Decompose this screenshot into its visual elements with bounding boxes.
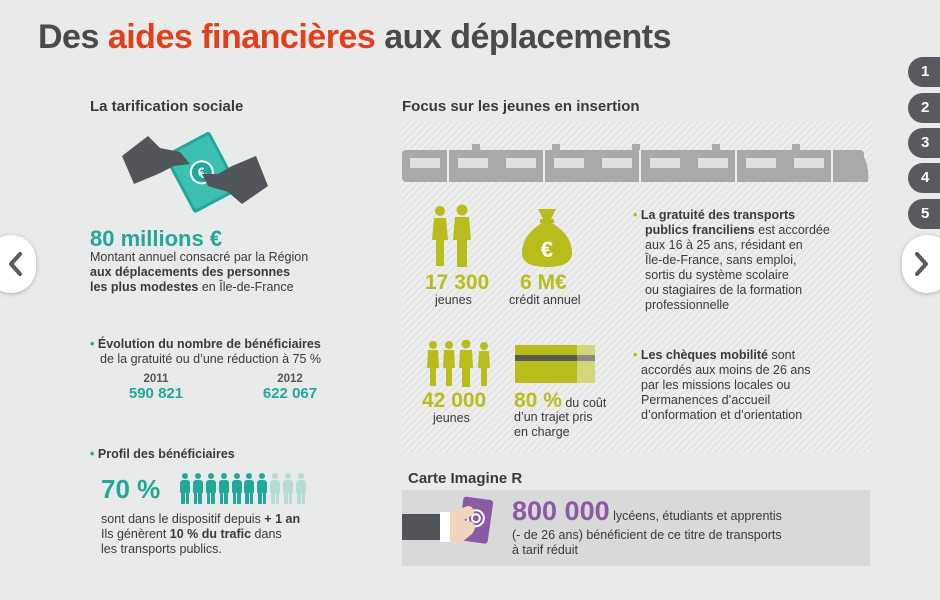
gratuite-rest1: est accordée bbox=[754, 223, 830, 237]
evolution-subtitle: de la gratuité ou d’une réduction à 75 % bbox=[100, 352, 321, 366]
gratuite-bold1: La gratuité des transports bbox=[640, 208, 796, 222]
train-icon bbox=[402, 144, 869, 182]
cheques-text: • Les chèques mobilité sont accordés aux… bbox=[633, 348, 853, 423]
cheques-rest3: par les missions locales ou bbox=[641, 378, 791, 392]
imagine-line1: lycéens, étudiants et apprentis bbox=[609, 509, 782, 523]
profil-bullet: • bbox=[90, 447, 95, 461]
tab-page-5[interactable]: 5 bbox=[908, 199, 940, 229]
prev-button[interactable] bbox=[0, 235, 36, 293]
profil-line2-bold: 10 % du trafic bbox=[169, 527, 252, 541]
tarification-description: Montant annuel consacré par la Région au… bbox=[90, 250, 360, 295]
profil-line3: les transports publics. bbox=[101, 542, 222, 556]
gratuite-text: • La gratuité des transports publics fra… bbox=[633, 208, 853, 313]
cheques-rest2: accordés aux moins de 26 ans bbox=[641, 363, 811, 377]
chevron-left-icon bbox=[9, 252, 22, 276]
imagine-heading: Carte Imagine R bbox=[408, 470, 523, 487]
imagine-desc: (- de 26 ans) bénéficient de ce titre de… bbox=[512, 528, 782, 558]
imagine-line3: à tarif réduit bbox=[512, 543, 579, 557]
group-people-icon bbox=[427, 340, 490, 387]
money-bag-icon: € bbox=[522, 209, 572, 267]
tab-page-2[interactable]: 2 bbox=[908, 93, 940, 123]
imagine-stat: 800 000 lycéens, étudiants et apprentis bbox=[512, 496, 782, 527]
tarification-desc-line1: Montant annuel consacré par la Région bbox=[90, 250, 309, 264]
evolution-title: Évolution du nombre de bénéficiaires bbox=[97, 337, 321, 351]
year-2012-label: 2012 bbox=[277, 373, 303, 385]
stat-cout-suffix: du coût bbox=[561, 396, 607, 410]
svg-text:€: € bbox=[541, 237, 553, 262]
year-2012-value: 622 067 bbox=[262, 385, 318, 402]
year-2011-label: 2011 bbox=[143, 373, 169, 385]
tab-page-3[interactable]: 3 bbox=[908, 128, 940, 158]
profil-title: Profil des bénéficiaires bbox=[97, 447, 235, 461]
tarification-amount: 80 millions € bbox=[90, 226, 223, 251]
stat-credit-value: 6 M€ bbox=[520, 271, 567, 294]
gratuite-rest3: Île-de-France, sans emploi, bbox=[645, 253, 797, 267]
stat-cout-line3: en charge bbox=[514, 425, 570, 439]
person-icon bbox=[205, 473, 216, 504]
hand-card-icon bbox=[402, 496, 494, 544]
profil-percent: 70 % bbox=[101, 474, 161, 504]
profil-heading: • Profil des bénéficiaires bbox=[90, 447, 235, 462]
year-2011-value: 590 821 bbox=[128, 385, 184, 402]
person-icon bbox=[218, 473, 229, 504]
year-2012: 2012 622 067 bbox=[258, 373, 322, 402]
cheques-bold: Les chèques mobilité bbox=[640, 348, 768, 362]
title-part1: Des bbox=[38, 18, 108, 56]
profil-line1: sont dans le dispositif depuis bbox=[101, 512, 265, 526]
evolution-bullet: • bbox=[90, 337, 95, 351]
page-title: Des aides financières aux déplacements bbox=[38, 18, 671, 57]
tarification-heading: La tarification sociale bbox=[90, 98, 244, 115]
person-icon bbox=[231, 473, 242, 504]
person-icon bbox=[257, 473, 268, 504]
title-part2: aux déplacements bbox=[375, 18, 671, 56]
person-icon bbox=[244, 473, 255, 504]
chevron-right-icon bbox=[915, 252, 928, 276]
young-people-icon bbox=[432, 204, 471, 267]
profil-line2: Ils génèrent bbox=[101, 527, 170, 541]
hands-euro-icon: € bbox=[122, 132, 268, 213]
next-button[interactable] bbox=[902, 235, 940, 293]
stat-jeunes-42000-label: jeunes bbox=[433, 411, 470, 425]
focus-heading: Focus sur les jeunes en insertion bbox=[402, 98, 640, 115]
person-icon-faded bbox=[270, 473, 281, 504]
stat-cout-value: 80 % bbox=[514, 389, 562, 412]
profil-line2-end: dans bbox=[251, 527, 282, 541]
gratuite-bold2: publics franciliens bbox=[645, 223, 755, 237]
stat-jeunes-17300: 17 300 bbox=[425, 271, 490, 294]
tarification-desc-bold2: les plus modestes bbox=[90, 280, 199, 294]
tarification-desc-bold1: aux déplacements des personnes bbox=[90, 265, 291, 279]
evolution-block: • Évolution du nombre de bénéficiaires d… bbox=[90, 337, 370, 367]
stat-cout-line2: d’un trajet pris bbox=[514, 410, 593, 424]
person-icon bbox=[192, 473, 203, 504]
tab-page-1[interactable]: 1 bbox=[908, 57, 940, 87]
gratuite-rest2: aux 16 à 25 ans, résidant en bbox=[645, 238, 803, 252]
imagine-line2: (- de 26 ans) bénéficient de ce titre de… bbox=[512, 528, 782, 542]
cheques-rest5: d’onformation et d’orientation bbox=[641, 408, 803, 422]
stat-jeunes-42000: 42 000 bbox=[422, 389, 487, 412]
cheque-card-icon bbox=[515, 345, 595, 383]
stat-jeunes-label: jeunes bbox=[435, 293, 472, 307]
cheques-rest4: Permanences d’accueil bbox=[641, 393, 771, 407]
profil-description: sont dans le dispositif depuis + 1 an Il… bbox=[101, 512, 361, 557]
people-pictogram bbox=[180, 473, 309, 509]
gratuite-rest6: professionnelle bbox=[645, 298, 730, 312]
year-2011: 2011 590 821 bbox=[124, 373, 188, 402]
tab-page-4[interactable]: 4 bbox=[908, 163, 940, 193]
profil-line1-bold: + 1 an bbox=[264, 512, 301, 526]
gratuite-rest4: sortis du système scolaire bbox=[645, 268, 789, 282]
stat-cout-lines: d’un trajet pris en charge bbox=[514, 410, 593, 440]
imagine-value: 800 000 bbox=[512, 496, 610, 526]
person-icon-faded bbox=[283, 473, 294, 504]
person-icon bbox=[180, 473, 190, 504]
person-icon-faded bbox=[296, 473, 307, 504]
title-accent: aides financières bbox=[107, 18, 376, 56]
tarification-desc-end: en Île-de-France bbox=[198, 280, 294, 294]
cheques-rest1: sont bbox=[768, 348, 796, 362]
gratuite-rest5: ou stagiaires de la formation bbox=[645, 283, 803, 297]
stat-credit-label: crédit annuel bbox=[509, 293, 581, 307]
